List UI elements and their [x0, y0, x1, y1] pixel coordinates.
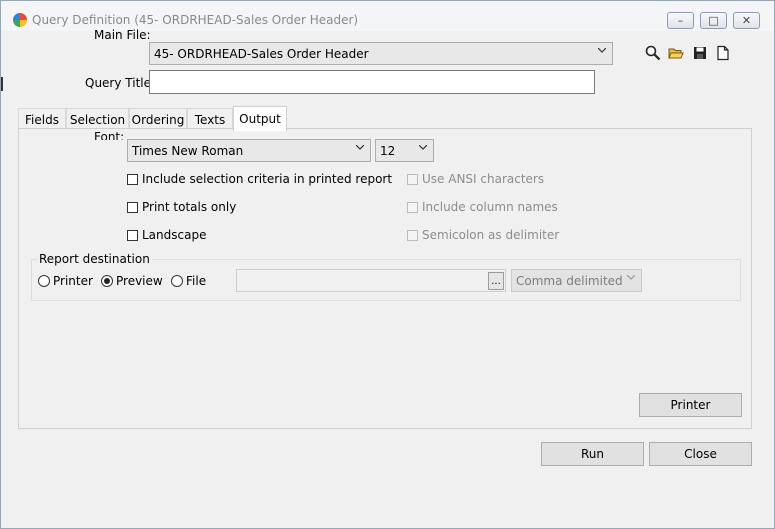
include-column-names-checkbox[interactable]: Include column names	[407, 200, 558, 214]
file-path-input[interactable]	[236, 269, 506, 292]
minimize-button[interactable]: –	[667, 12, 694, 29]
checkbox-label: Include column names	[422, 200, 558, 214]
chevron-down-icon	[598, 48, 606, 53]
window-edge-marker	[1, 77, 3, 91]
tab-fields[interactable]: Fields	[18, 108, 66, 130]
tab-label: Fields	[25, 112, 59, 127]
destination-preview-radio[interactable]: Preview	[101, 274, 163, 288]
browse-button[interactable]: ...	[488, 272, 504, 290]
checkbox-label: Print totals only	[142, 200, 237, 214]
tab-label: Ordering	[131, 112, 185, 127]
run-button[interactable]: Run	[541, 442, 644, 466]
query-definition-window: Query Definition (45- ORDRHEAD-Sales Ord…	[0, 0, 775, 529]
main-file-label: Main File:	[94, 28, 151, 42]
radio-dot	[38, 275, 50, 287]
checkbox-label: Include selection criteria in printed re…	[142, 172, 393, 186]
tab-ordering[interactable]: Ordering	[129, 108, 187, 130]
app-icon	[13, 13, 27, 27]
radio-label: Preview	[116, 274, 163, 288]
font-label: Font:	[94, 130, 125, 140]
checkbox-label: Semicolon as delimiter	[422, 228, 560, 242]
checkbox-label: Landscape	[142, 228, 207, 242]
close-icon: ✕	[741, 14, 752, 27]
button-label: Printer	[670, 398, 711, 412]
tab-texts[interactable]: Texts	[187, 108, 233, 130]
chevron-down-icon	[419, 145, 427, 150]
destination-printer-radio[interactable]: Printer	[38, 274, 93, 288]
chevron-down-icon	[627, 275, 635, 280]
semicolon-delimiter-checkbox[interactable]: Semicolon as delimiter	[407, 228, 559, 242]
browse-label: ...	[491, 275, 501, 287]
radio-label: File	[186, 274, 207, 288]
checkbox-label: Use ANSI characters	[422, 172, 545, 186]
printer-setup-button[interactable]: Printer	[639, 393, 742, 417]
file-format-value: Comma delimited	[516, 274, 623, 288]
open-folder-icon[interactable]	[668, 45, 684, 61]
chevron-down-icon	[356, 145, 364, 150]
main-file-value: 45- ORDRHEAD-Sales Order Header	[154, 47, 369, 61]
checkbox-box	[127, 173, 138, 185]
query-title-input[interactable]	[149, 70, 595, 94]
save-icon[interactable]	[692, 45, 708, 61]
close-window-button[interactable]: ✕	[733, 12, 760, 29]
checkbox-box	[407, 229, 418, 241]
new-document-icon[interactable]	[715, 45, 731, 61]
checkbox-box	[407, 173, 418, 185]
button-label: Close	[684, 447, 717, 461]
radio-label: Printer	[53, 274, 93, 288]
tab-label: Selection	[69, 112, 126, 127]
search-icon[interactable]	[645, 45, 661, 61]
tab-selection[interactable]: Selection	[66, 108, 129, 130]
tab-label: Output	[239, 112, 281, 126]
tab-output[interactable]: Output	[233, 106, 287, 131]
file-format-select[interactable]: Comma delimited	[511, 269, 642, 292]
font-select[interactable]: Times New Roman	[127, 139, 371, 162]
maximize-icon: □	[708, 14, 719, 27]
title-bar: Query Definition (45- ORDRHEAD-Sales Ord…	[1, 1, 774, 31]
window-title: Query Definition (45- ORDRHEAD-Sales Ord…	[32, 13, 359, 27]
maximize-button[interactable]: □	[700, 12, 727, 29]
font-size-value: 12	[380, 144, 396, 158]
print-totals-checkbox[interactable]: Print totals only	[127, 200, 236, 214]
close-button[interactable]: Close	[649, 442, 752, 466]
font-size-select[interactable]: 12	[375, 139, 434, 162]
radio-dot	[101, 275, 113, 287]
button-label: Run	[580, 447, 604, 461]
use-ansi-checkbox[interactable]: Use ANSI characters	[407, 172, 544, 186]
main-file-select[interactable]: 45- ORDRHEAD-Sales Order Header	[149, 42, 613, 65]
checkbox-box	[127, 201, 138, 213]
landscape-checkbox[interactable]: Landscape	[127, 228, 206, 242]
include-selection-checkbox[interactable]: Include selection criteria in printed re…	[127, 172, 392, 186]
font-value: Times New Roman	[132, 144, 244, 158]
query-title-label: Query Title:	[85, 76, 156, 90]
radio-dot	[171, 275, 183, 287]
checkbox-box	[407, 201, 418, 213]
destination-file-radio[interactable]: File	[171, 274, 206, 288]
report-destination-title: Report destination	[37, 252, 152, 266]
tab-label: Texts	[194, 112, 226, 127]
minimize-icon: –	[677, 14, 684, 27]
checkbox-box	[127, 229, 138, 241]
